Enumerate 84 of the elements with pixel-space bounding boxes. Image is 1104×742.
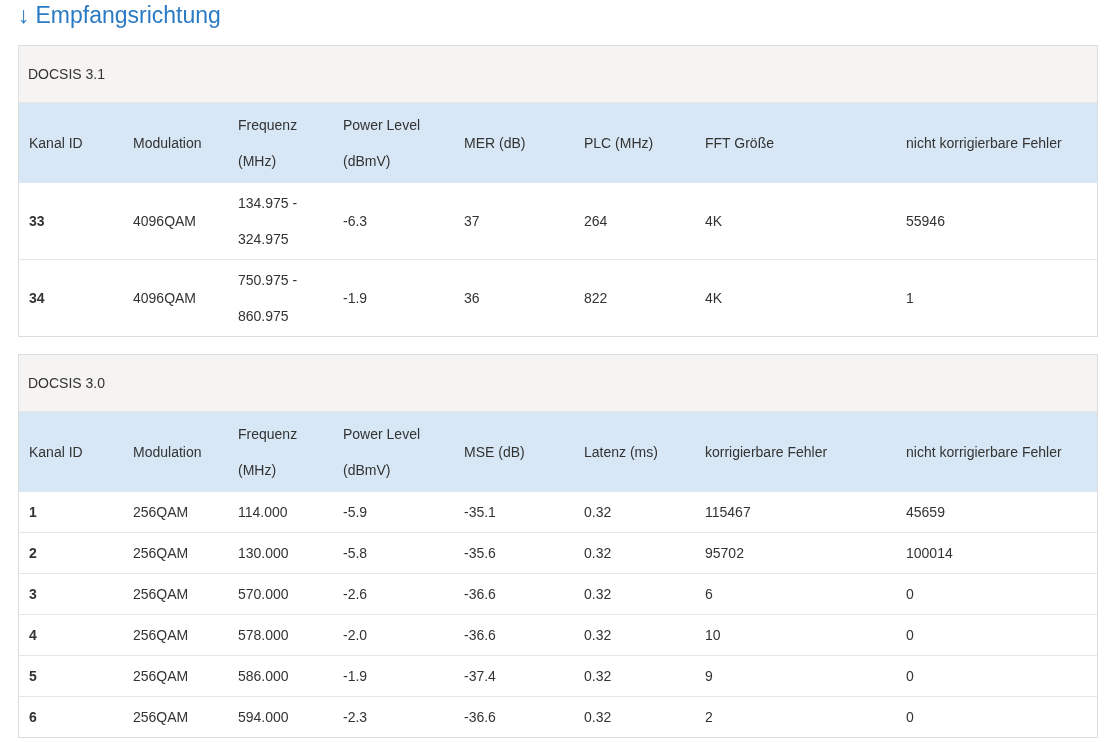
column-header: nicht korrigierbare Fehler bbox=[896, 103, 1097, 183]
column-header: MSE (dB) bbox=[454, 412, 574, 492]
table-cell: -2.0 bbox=[333, 614, 454, 656]
table-cell: 594.000 bbox=[228, 696, 333, 737]
column-header: FFT Größe bbox=[695, 103, 896, 183]
table-cell: 34 bbox=[19, 259, 123, 336]
table-cell: 256QAM bbox=[123, 573, 228, 615]
column-header: Latenz (ms) bbox=[574, 412, 695, 492]
table-cell: -2.6 bbox=[333, 573, 454, 615]
table-cell: 750.975 - 860.975 bbox=[228, 259, 333, 336]
table-cell: 570.000 bbox=[228, 573, 333, 615]
table-cell: -35.6 bbox=[454, 532, 574, 574]
arrow-down-glyph: ↓ bbox=[18, 1, 30, 31]
table-cell: 100014 bbox=[896, 532, 1097, 574]
table-cell: -5.8 bbox=[333, 532, 454, 574]
table-cell: 822 bbox=[574, 259, 695, 336]
column-header: Kanal ID bbox=[19, 103, 123, 183]
column-header: Kanal ID bbox=[19, 412, 123, 492]
column-header: PLC (MHz) bbox=[574, 103, 695, 183]
table-cell: 1 bbox=[19, 492, 123, 533]
column-header: Modulation bbox=[123, 103, 228, 183]
column-header: Modulation bbox=[123, 412, 228, 492]
panel-title: DOCSIS 3.1 bbox=[19, 46, 1097, 103]
column-header: Frequenz (MHz) bbox=[228, 412, 333, 492]
table-cell: 6 bbox=[19, 696, 123, 737]
table-cell: 6 bbox=[695, 573, 896, 615]
table-cell: -36.6 bbox=[454, 573, 574, 615]
column-header: korrigierbare Fehler bbox=[695, 412, 896, 492]
table-cell: -37.4 bbox=[454, 655, 574, 697]
table-cell: -1.9 bbox=[333, 655, 454, 697]
table-cell: 0.32 bbox=[574, 614, 695, 656]
table-cell: 130.000 bbox=[228, 532, 333, 574]
table-cell: 256QAM bbox=[123, 696, 228, 737]
table-cell: 115467 bbox=[695, 492, 896, 533]
table-cell: -1.9 bbox=[333, 259, 454, 336]
table-cell: 1 bbox=[896, 259, 1097, 336]
table-cell: 36 bbox=[454, 259, 574, 336]
table-cell: 10 bbox=[695, 614, 896, 656]
column-header: Power Level (dBmV) bbox=[333, 103, 454, 183]
table-cell: 5 bbox=[19, 655, 123, 697]
table-cell: 0.32 bbox=[574, 573, 695, 615]
table-cell: 0 bbox=[896, 614, 1097, 656]
table-cell: 134.975 - 324.975 bbox=[228, 183, 333, 260]
table-cell: 0.32 bbox=[574, 655, 695, 697]
table-cell: 95702 bbox=[695, 532, 896, 574]
column-header: MER (dB) bbox=[454, 103, 574, 183]
table-cell: 2 bbox=[695, 696, 896, 737]
table-cell: 256QAM bbox=[123, 492, 228, 533]
section-heading: Empfangsrichtung bbox=[35, 1, 221, 31]
panel-title: DOCSIS 3.0 bbox=[19, 355, 1097, 412]
table-cell: 256QAM bbox=[123, 532, 228, 574]
table-cell: -5.9 bbox=[333, 492, 454, 533]
table-cell: 4096QAM bbox=[123, 183, 228, 260]
table-cell: 0 bbox=[896, 655, 1097, 697]
table-cell: 586.000 bbox=[228, 655, 333, 697]
table-cell: 0.32 bbox=[574, 532, 695, 574]
table-cell: -36.6 bbox=[454, 614, 574, 656]
table-cell: 4 bbox=[19, 614, 123, 656]
table-cell: 256QAM bbox=[123, 614, 228, 656]
table-cell: 2 bbox=[19, 532, 123, 574]
table-cell: -36.6 bbox=[454, 696, 574, 737]
table-cell: 4K bbox=[695, 259, 896, 336]
column-header: Power Level (dBmV) bbox=[333, 412, 454, 492]
table-cell: 114.000 bbox=[228, 492, 333, 533]
table-cell: 256QAM bbox=[123, 655, 228, 697]
table-cell: 4096QAM bbox=[123, 259, 228, 336]
table-cell: 3 bbox=[19, 573, 123, 615]
table-cell: 9 bbox=[695, 655, 896, 697]
table-cell: 0 bbox=[896, 696, 1097, 737]
table-cell: 55946 bbox=[896, 183, 1097, 260]
table-cell: 578.000 bbox=[228, 614, 333, 656]
table-cell: 264 bbox=[574, 183, 695, 260]
table-cell: 0.32 bbox=[574, 696, 695, 737]
table-cell: -6.3 bbox=[333, 183, 454, 260]
table-cell: -2.3 bbox=[333, 696, 454, 737]
table-cell: 0.32 bbox=[574, 492, 695, 533]
table-cell: 33 bbox=[19, 183, 123, 260]
table-cell: 0 bbox=[896, 573, 1097, 615]
table-cell: -35.1 bbox=[454, 492, 574, 533]
table-cell: 37 bbox=[454, 183, 574, 260]
column-header: Frequenz (MHz) bbox=[228, 103, 333, 183]
column-header: nicht korrigierbare Fehler bbox=[896, 412, 1097, 492]
table-cell: 4K bbox=[695, 183, 896, 260]
table-cell: 45659 bbox=[896, 492, 1097, 533]
